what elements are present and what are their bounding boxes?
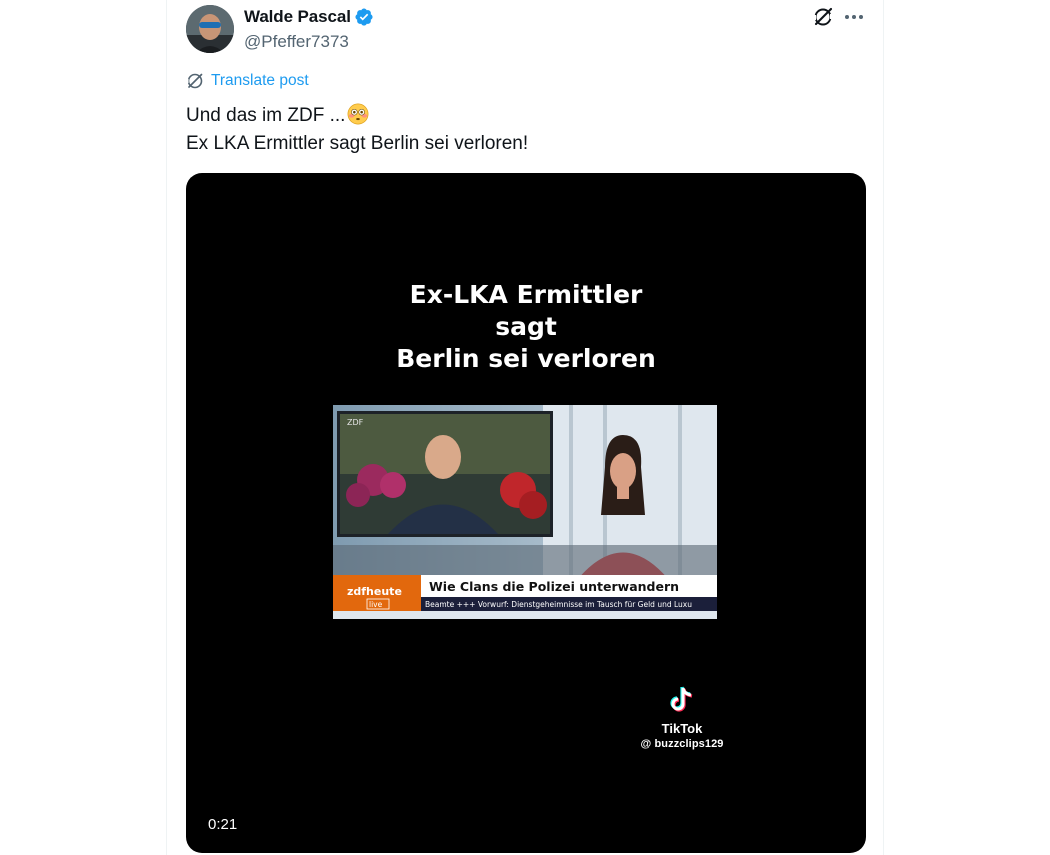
post-text-line-1-content: Und das im ZDF ... (186, 105, 346, 126)
news-broadcast-frame: ZDF zdfheute live Wie Clans die Polizei … (333, 405, 717, 619)
tiktok-label: TikTok (661, 721, 703, 736)
post-text-line-1: Und das im ZDF ... (186, 102, 528, 130)
news-headline: Wie Clans die Polizei unterwandern (429, 579, 679, 594)
post-text: Und das im ZDF ... Ex LKA Ermittler sagt… (186, 102, 528, 158)
post-text-line-2: Ex LKA Ermittler sagt Berlin sei verlore… (186, 133, 529, 154)
live-label: live (369, 600, 383, 609)
verified-badge-icon (355, 8, 373, 26)
flushed-face-emoji-icon (347, 103, 369, 125)
author-name-row[interactable]: Walde Pascal (244, 7, 374, 27)
zdf-channel-logo: ZDF (347, 418, 364, 427)
grok-icon (812, 7, 834, 26)
video-overlay-title: Ex-LKA Ermittler sagt Berlin sei verlore… (186, 279, 866, 375)
author-handle[interactable]: @Pfeffer7373 (244, 32, 349, 52)
translate-post-link[interactable]: Translate post (186, 72, 309, 90)
tiktok-watermark: TikTok @ buzzclips129 (634, 686, 730, 750)
video-title-line-2: sagt (495, 312, 557, 341)
translate-globe-icon (186, 73, 203, 89)
video-title-line-1: Ex-LKA Ermittler (409, 280, 643, 309)
post-card: Walde Pascal @Pfeffer7373 Translate post (166, 0, 884, 855)
translate-post-label[interactable]: Translate post (211, 72, 309, 90)
more-options-icon (845, 15, 863, 19)
grok-button[interactable] (812, 6, 834, 28)
news-broadcast-image: ZDF zdfheute live Wie Clans die Polizei … (333, 405, 717, 619)
video-player[interactable]: Ex-LKA Ermittler sagt Berlin sei verlore… (186, 173, 866, 853)
author-display-name[interactable]: Walde Pascal (244, 7, 351, 27)
tiktok-logo-icon (670, 686, 693, 712)
author-avatar[interactable] (186, 5, 234, 53)
news-ticker: Beamte +++ Vorwurf: Dienstgeheimnisse im… (425, 600, 692, 609)
more-options-button[interactable] (843, 6, 865, 28)
zdfheute-brand: zdfheute (347, 585, 402, 598)
video-duration: 0:21 (208, 816, 238, 833)
video-title-line-3: Berlin sei verloren (396, 344, 656, 373)
user-avatar-icon (186, 5, 234, 53)
tiktok-username: @ buzzclips129 (640, 738, 724, 750)
